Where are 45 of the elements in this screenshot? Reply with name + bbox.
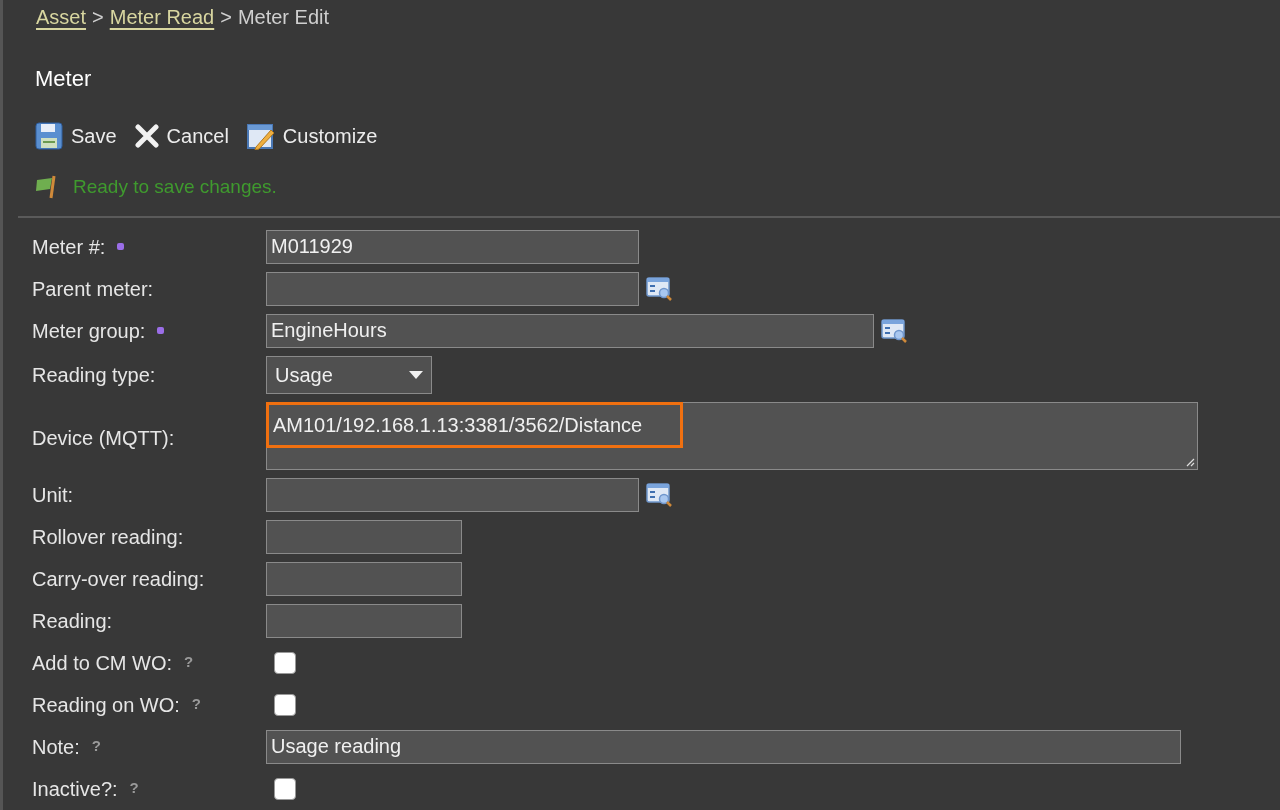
breadcrumb-separator: > [220, 5, 232, 30]
field-label: Parent meter: [32, 276, 154, 302]
field-label: Reading: [32, 608, 113, 634]
save-button[interactable]: Save [35, 121, 117, 151]
field-label: Reading on WO: [32, 692, 180, 718]
status-message: Ready to save changes. [73, 175, 277, 199]
text-field[interactable]: EngineHours [266, 313, 874, 348]
text-field[interactable] [266, 603, 462, 638]
highlight-box: AM101/192.168.1.13:3381/3562/Distance [266, 401, 684, 448]
field-label: Unit: [32, 482, 74, 508]
breadcrumb-current: Meter Edit [237, 5, 330, 30]
checkbox[interactable] [274, 651, 296, 674]
text-field[interactable]: M011929 [266, 229, 639, 264]
checkbox[interactable] [274, 777, 296, 800]
help-icon[interactable]: ? [91, 735, 101, 758]
help-icon[interactable]: ? [129, 777, 139, 800]
cancel-button[interactable]: Cancel [134, 121, 229, 151]
text-area[interactable]: AM101/192.168.1.13:3381/3562/Distance [266, 401, 1198, 470]
breadcrumb-link[interactable]: Asset [36, 2, 87, 32]
page-title: Meter [35, 66, 92, 91]
help-icon[interactable]: ? [184, 651, 194, 674]
text-field[interactable] [266, 519, 462, 554]
field-label: Carry-over reading: [32, 566, 205, 592]
window-pencil-icon [246, 122, 275, 150]
field-label: Rollover reading: [32, 524, 184, 550]
customize-button[interactable]: Customize [246, 121, 378, 151]
help-icon[interactable]: ? [191, 693, 202, 716]
text-field[interactable] [266, 477, 639, 512]
field-label: Meter group: [32, 318, 146, 344]
text-field[interactable] [266, 561, 462, 596]
field-label: Meter #: [32, 234, 106, 260]
field-label: Note: [32, 734, 80, 760]
dropdown[interactable]: Usage [266, 355, 432, 394]
close-icon [134, 124, 159, 148]
breadcrumb-link[interactable]: Meter Read [109, 2, 215, 32]
caret-icon [409, 370, 423, 379]
resize-handle-icon[interactable] [1185, 456, 1195, 467]
field-label: Reading type: [32, 362, 156, 388]
field-label: Inactive?: [32, 776, 118, 802]
checkbox[interactable] [274, 693, 296, 716]
breadcrumb-separator: > [92, 5, 104, 30]
text-field[interactable]: Usage reading [266, 729, 1181, 764]
text-field[interactable] [266, 271, 639, 306]
field-label: Add to CM WO: [32, 650, 173, 676]
field-label: Device (MQTT): [32, 425, 175, 451]
